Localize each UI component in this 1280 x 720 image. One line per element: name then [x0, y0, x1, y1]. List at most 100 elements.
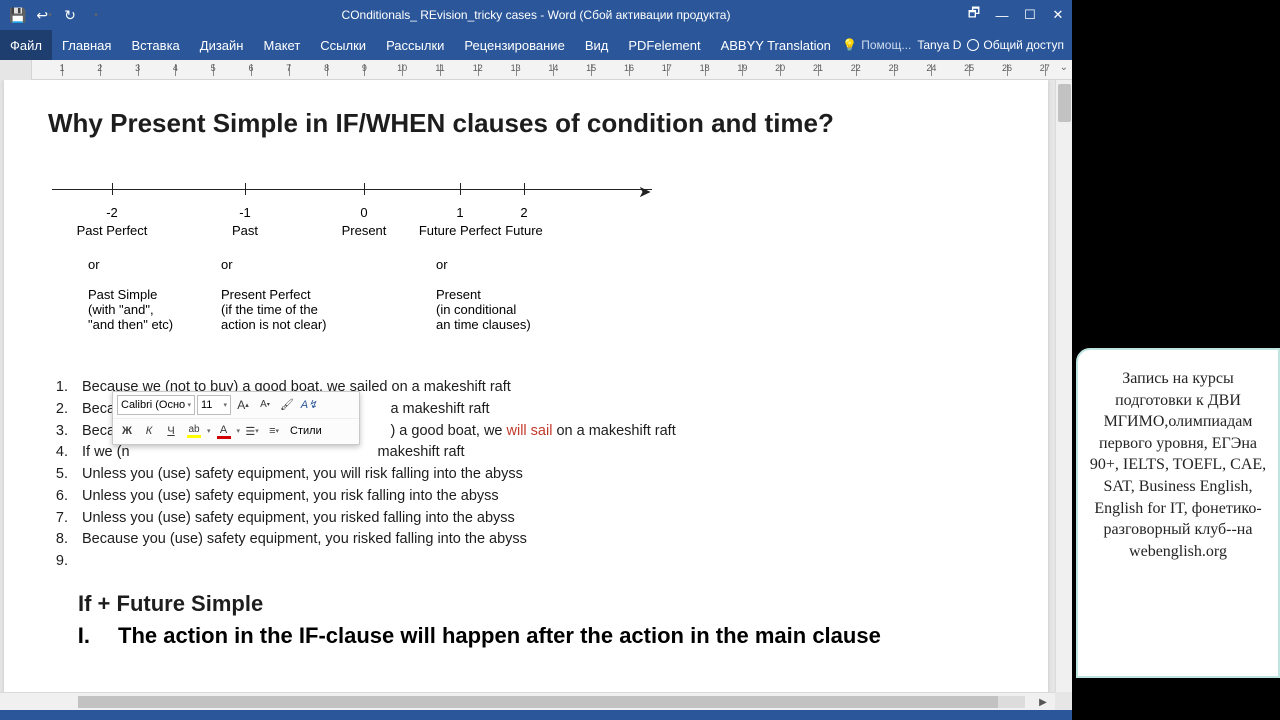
qat-customize-icon[interactable]: ▾ [84, 3, 108, 27]
window-title: COnditionals_ REvision_tricky cases - Wo… [342, 8, 731, 22]
timeline-index: -2 [106, 205, 118, 220]
timeline-or: or [436, 257, 448, 272]
list-number: 9. [48, 551, 82, 573]
minimize-icon[interactable]: — [988, 0, 1016, 30]
list-number: 1. [48, 377, 82, 399]
timeline-index: 1 [456, 205, 463, 220]
undo-icon[interactable]: ↩▾ [32, 3, 56, 27]
user-name[interactable]: Tanya D [917, 38, 961, 52]
highlight-color-icon[interactable]: ab [183, 422, 205, 440]
styles-button[interactable]: Стили [286, 425, 326, 437]
ruler-number: 8 [324, 63, 329, 73]
list-item: 9. [48, 551, 1028, 573]
window-controls: 🗗 — ☐ ✕ [960, 0, 1072, 30]
word-window: 💾 ↩▾ ↻ ▾ COnditionals_ REvision_tricky c… [0, 0, 1072, 720]
numbering-icon[interactable]: ≡▾ [264, 421, 284, 441]
ruler-number: 13 [511, 63, 521, 73]
tab-abbyy[interactable]: ABBYY Translation [711, 30, 841, 60]
ruler-number: 18 [700, 63, 710, 73]
ruler-number: 21 [813, 63, 823, 73]
list-number: 5. [48, 464, 82, 486]
ruler-number: 22 [851, 63, 861, 73]
shrink-font-icon[interactable]: A▾ [255, 395, 275, 415]
ruler-number: 27 [1040, 63, 1050, 73]
clear-formatting-icon[interactable]: A↯ [299, 395, 319, 415]
document-page[interactable]: Why Present Simple in IF/WHEN clauses of… [4, 80, 1048, 710]
vertical-scrollbar[interactable] [1055, 80, 1072, 692]
ruler-number: 26 [1002, 63, 1012, 73]
ruler-number: 9 [362, 63, 367, 73]
ruler-number: 12 [473, 63, 483, 73]
ribbon-display-options-icon[interactable]: 🗗 [960, 0, 988, 30]
horizontal-scroll-thumb[interactable] [78, 696, 998, 708]
vertical-scroll-thumb[interactable] [1058, 84, 1071, 122]
ruler-number: 23 [889, 63, 899, 73]
list-text: Unless you (use) safety equipment, you r… [82, 486, 1028, 508]
ribbon-tabs: Файл Главная Вставка Дизайн Макет Ссылки… [0, 30, 1072, 60]
font-color-dropdown-icon[interactable]: ▾ [237, 427, 241, 435]
highlight-dropdown-icon[interactable]: ▾ [207, 427, 211, 435]
close-icon[interactable]: ✕ [1044, 0, 1072, 30]
timeline-sublabel: Past Simple (with "and", "and then" etc) [88, 287, 228, 332]
horizontal-scrollbar[interactable]: ▶ [0, 692, 1055, 710]
list-text: Unless you (use) safety equipment, you w… [82, 464, 1028, 486]
ruler-number: 20 [775, 63, 785, 73]
tab-view[interactable]: Вид [575, 30, 619, 60]
heading-2: If + Future Simple [78, 591, 1028, 617]
horizontal-ruler[interactable]: 1234567891011121314151617181920212223242… [0, 60, 1072, 80]
tab-design[interactable]: Дизайн [190, 30, 254, 60]
bold-icon[interactable]: Ж [117, 421, 137, 441]
ruler-number: 14 [548, 63, 558, 73]
list-text: If we (nmakeshift raft [82, 442, 1028, 464]
list-text: Unless you (use) safety equipment, you r… [82, 508, 1028, 530]
maximize-icon[interactable]: ☐ [1016, 0, 1044, 30]
tab-layout[interactable]: Макет [253, 30, 310, 60]
tab-file[interactable]: Файл [0, 30, 52, 60]
save-icon[interactable]: 💾 [6, 3, 30, 27]
list-number: 8. [48, 529, 82, 551]
timeline-index: -1 [239, 205, 251, 220]
italic-icon[interactable]: К [139, 421, 159, 441]
quick-access-toolbar: 💾 ↩▾ ↻ ▾ [0, 3, 114, 27]
font-name-combo[interactable]: Calibri (Осно▾ [117, 395, 195, 415]
tab-mailings[interactable]: Рассылки [376, 30, 454, 60]
list-number: 4. [48, 442, 82, 464]
timeline-label: Future [505, 223, 543, 238]
ruler-number: 19 [737, 63, 747, 73]
ruler-number: 10 [397, 63, 407, 73]
ruler-number: 1 [59, 63, 64, 73]
grow-font-icon[interactable]: A▴ [233, 395, 253, 415]
format-painter-icon[interactable]: 🖌 [277, 395, 297, 415]
tab-references[interactable]: Ссылки [310, 30, 376, 60]
font-size-combo[interactable]: 11▾ [197, 395, 231, 415]
list-number: 7. [48, 508, 82, 530]
timeline-label: Past [232, 223, 258, 238]
heading-1: Why Present Simple in IF/WHEN clauses of… [48, 108, 1028, 139]
hscroll-right-icon[interactable]: ▶ [1035, 694, 1051, 710]
ruler-number: 25 [964, 63, 974, 73]
timeline-index: 2 [520, 205, 527, 220]
tab-pdfelement[interactable]: PDFelement [618, 30, 710, 60]
timeline-sublabel: Present Perfect (if the time of the acti… [221, 287, 361, 332]
underline-icon[interactable]: Ч [161, 421, 181, 441]
share-button[interactable]: Общий доступ [967, 38, 1064, 52]
tab-home[interactable]: Главная [52, 30, 121, 60]
list-text: Because you (use) safety equipment, you … [82, 529, 1028, 551]
tab-review[interactable]: Рецензирование [454, 30, 574, 60]
status-bar [0, 710, 1072, 720]
roman-text: The action in the IF-clause will happen … [118, 623, 1028, 649]
bullets-icon[interactable]: ☰▾ [242, 421, 262, 441]
tell-me-search[interactable]: 💡Помощ... [842, 38, 911, 52]
redo-icon[interactable]: ↻ [58, 3, 82, 27]
tab-insert[interactable]: Вставка [121, 30, 189, 60]
list-item: 4.If we (nmakeshift raft [48, 442, 1028, 464]
collapse-ribbon-icon[interactable]: ⌄ [1060, 62, 1068, 73]
timeline-or: or [88, 257, 100, 272]
timeline-sublabel: Present (in conditional an time clauses) [436, 287, 576, 332]
ruler-number: 2 [97, 63, 102, 73]
font-color-icon[interactable]: A [213, 422, 235, 440]
ruler-number: 3 [135, 63, 140, 73]
ruler-number: 24 [926, 63, 936, 73]
ruler-number: 17 [662, 63, 672, 73]
ruler-corner [0, 60, 32, 80]
